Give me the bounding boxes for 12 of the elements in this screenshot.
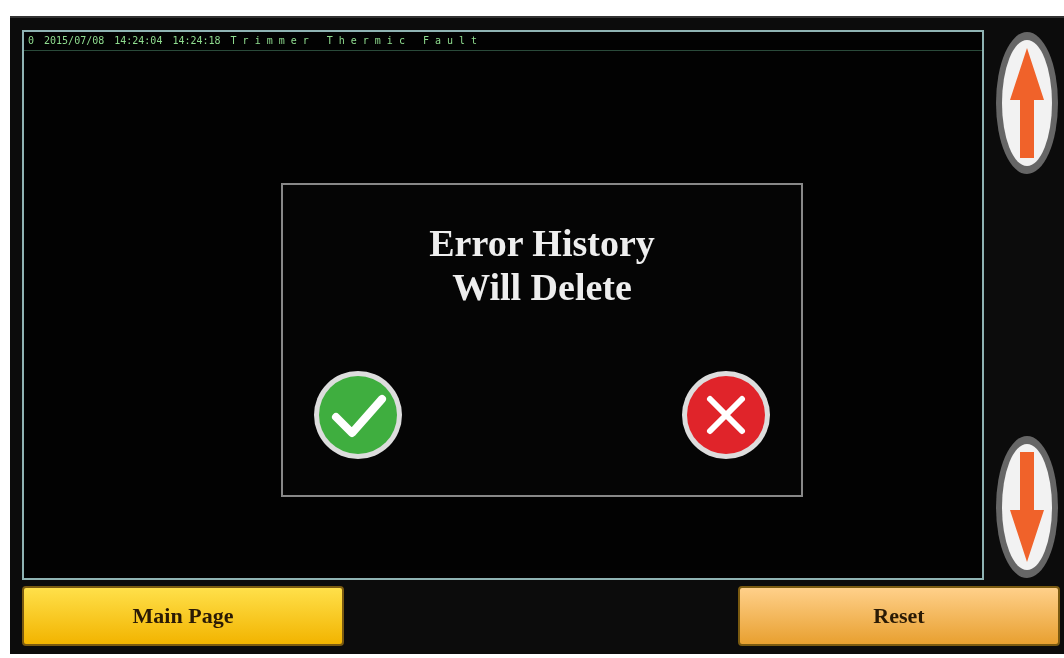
log-cell: 0 (28, 35, 35, 46)
dialog-message: Error History Will Delete (429, 221, 655, 309)
log-cell: Trimmer Thermic Fault (230, 35, 484, 46)
main-page-button[interactable]: Main Page (22, 586, 344, 646)
log-cell: 14:24:18 (172, 35, 221, 46)
scroll-up-button[interactable] (994, 30, 1060, 176)
log-cell: 14:24:04 (114, 35, 163, 46)
scroll-down-button[interactable] (994, 434, 1060, 580)
reset-button[interactable]: Reset (738, 586, 1060, 646)
cancel-button[interactable] (680, 369, 772, 461)
log-cell: 2015/07/08 (44, 35, 105, 46)
confirm-button[interactable] (312, 369, 404, 461)
